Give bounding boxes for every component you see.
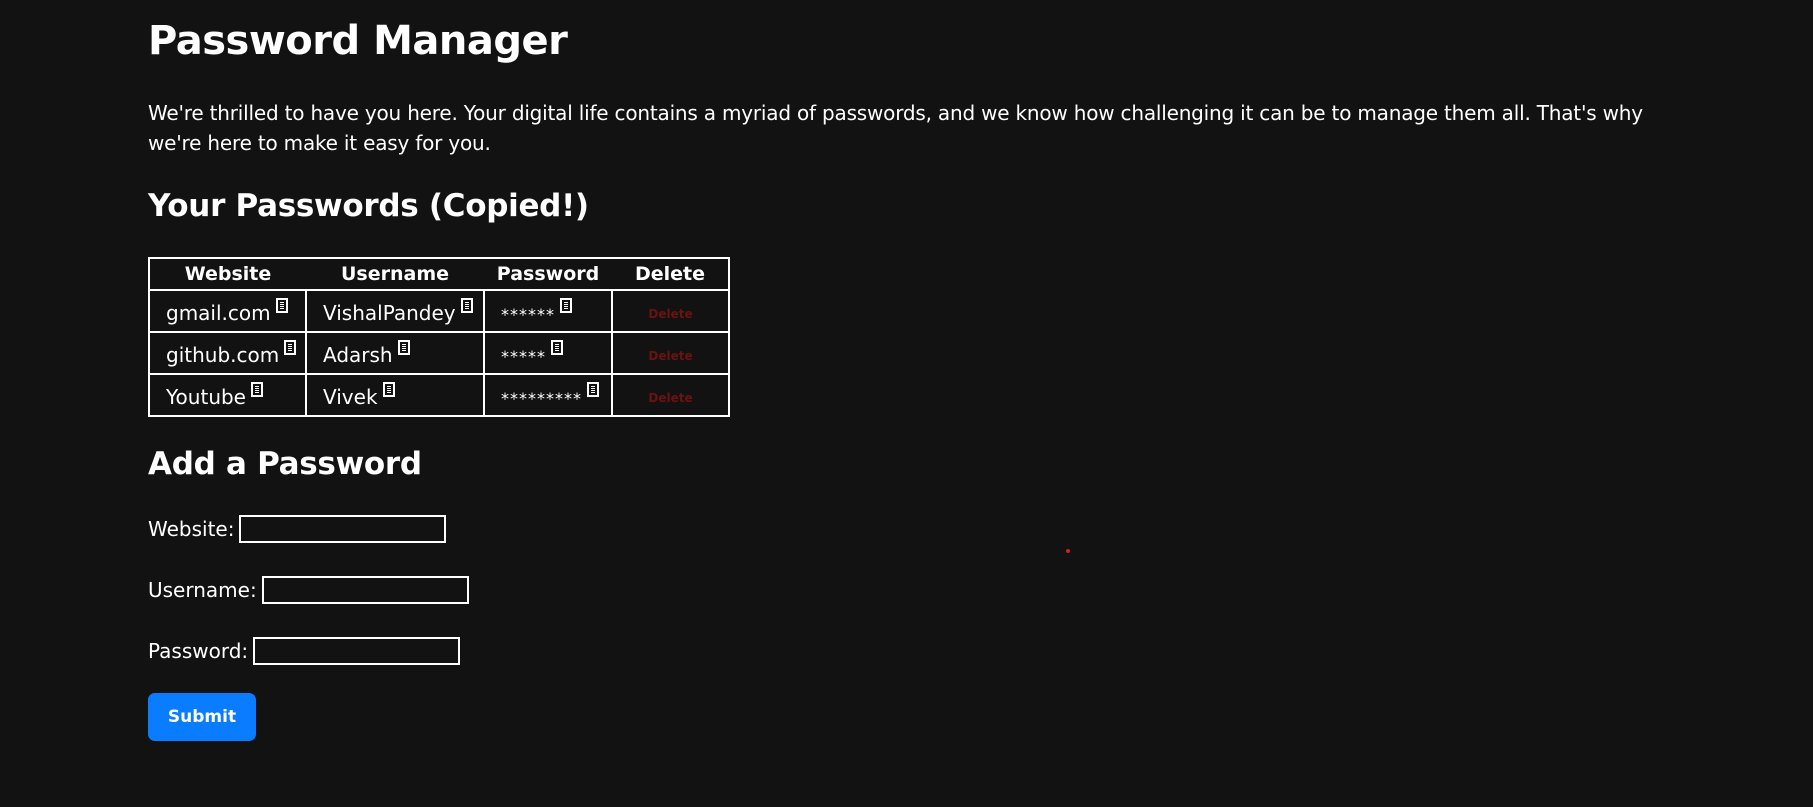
page-container: Password Manager We're thrilled to have … xyxy=(148,0,1668,741)
delete-button[interactable]: Delete xyxy=(648,307,692,321)
password-text: ****** xyxy=(501,304,555,324)
password-text: ********* xyxy=(501,388,582,408)
column-header-password: Password xyxy=(496,263,600,285)
username-cell: Vivek xyxy=(305,373,485,417)
copy-icon[interactable] xyxy=(460,297,473,313)
submit-button[interactable]: Submit xyxy=(148,693,256,741)
delete-button[interactable]: Delete xyxy=(648,349,692,363)
password-text: ***** xyxy=(501,346,546,366)
password-cell: ***** xyxy=(483,331,613,375)
website-cell: Youtube xyxy=(148,373,307,417)
password-input[interactable] xyxy=(253,637,461,665)
copy-icon[interactable] xyxy=(284,339,297,355)
delete-cell: Delete xyxy=(611,289,730,333)
username-text: VishalPandey xyxy=(323,300,456,325)
copy-icon[interactable] xyxy=(382,381,395,397)
red-dot-marker xyxy=(1066,549,1070,553)
username-text: Adarsh xyxy=(323,342,393,367)
copy-icon[interactable] xyxy=(551,339,563,355)
column-header-username: Username xyxy=(340,263,450,285)
copy-icon[interactable] xyxy=(560,297,572,313)
add-password-form: Website: Username: Password: Submit xyxy=(148,515,1668,741)
passwords-heading: Your Passwords (Copied!) xyxy=(148,188,589,224)
table-row: gmail.com VishalPandey ****** Delete xyxy=(148,289,730,333)
delete-button[interactable]: Delete xyxy=(648,391,692,405)
copy-icon[interactable] xyxy=(587,381,599,397)
password-row: Password: xyxy=(148,637,1668,665)
add-password-heading: Add a Password xyxy=(148,446,422,482)
username-row: Username: xyxy=(148,576,1668,604)
website-row: Website: xyxy=(148,515,1668,543)
password-cell: ****** xyxy=(483,289,613,333)
website-input[interactable] xyxy=(239,515,447,543)
website-label: Website: xyxy=(148,517,235,541)
copy-icon[interactable] xyxy=(397,339,410,355)
intro-text: We're thrilled to have you here. Your di… xyxy=(148,101,1643,155)
table-row: github.com Adarsh ***** Delete xyxy=(148,331,730,375)
username-label: Username: xyxy=(148,578,257,602)
username-text: Vivek xyxy=(323,384,378,409)
column-header-website: Website xyxy=(184,263,272,285)
website-text: gmail.com xyxy=(166,300,271,325)
page-title: Password Manager xyxy=(148,18,568,64)
password-label: Password: xyxy=(148,639,249,663)
copy-icon[interactable] xyxy=(251,381,263,397)
username-cell: VishalPandey xyxy=(305,289,485,333)
delete-cell: Delete xyxy=(611,373,730,417)
copy-icon[interactable] xyxy=(275,297,288,313)
website-cell: github.com xyxy=(148,331,307,375)
table-row: Youtube Vivek ********* Delete xyxy=(148,373,730,417)
website-cell: gmail.com xyxy=(148,289,307,333)
password-cell: ********* xyxy=(483,373,613,417)
passwords-table: Website Username Password Delete gmail.c… xyxy=(148,257,730,417)
username-input[interactable] xyxy=(261,576,469,604)
website-text: github.com xyxy=(166,342,280,367)
column-header-delete: Delete xyxy=(634,263,706,285)
delete-cell: Delete xyxy=(611,331,730,375)
website-text: Youtube xyxy=(166,384,246,409)
username-cell: Adarsh xyxy=(305,331,485,375)
table-header-row: Website Username Password Delete xyxy=(149,258,729,290)
